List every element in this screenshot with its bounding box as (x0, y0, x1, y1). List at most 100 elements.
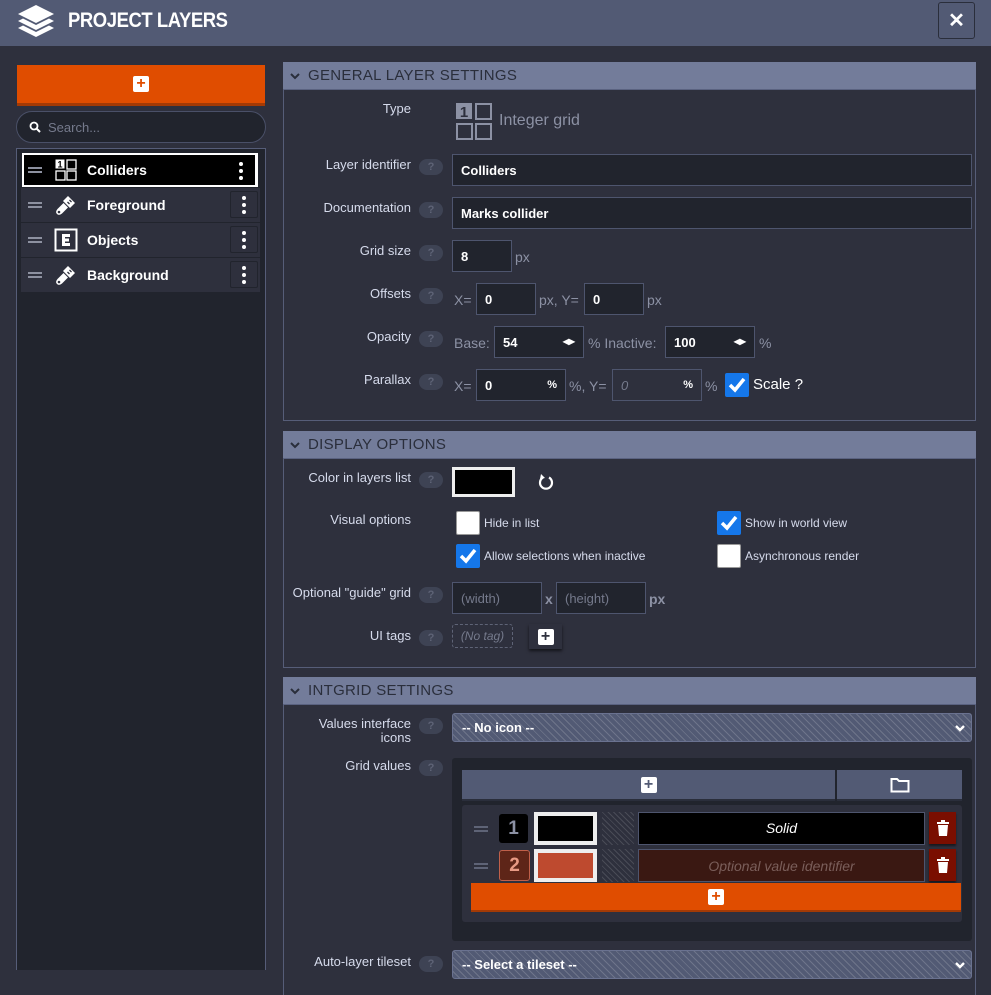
parallax-y-unit: % (705, 378, 718, 394)
parallax-y-input[interactable]: 0 % (612, 369, 702, 401)
chevron-down-icon (290, 441, 300, 448)
hide-in-list-label: Hide in list (484, 516, 540, 530)
value-icon-slot[interactable] (602, 812, 634, 845)
entity-icon (54, 228, 78, 252)
check-icon (459, 548, 477, 564)
more-icon (242, 265, 246, 270)
offset-y-prefix: px, Y= (539, 292, 579, 308)
offset-x-input[interactable] (476, 283, 536, 315)
help-icon[interactable]: ? (419, 331, 443, 347)
layer-item-background[interactable]: Background (21, 258, 260, 292)
display-options-body: Color in layers list ? Visual options Hi… (283, 459, 976, 668)
help-icon[interactable]: ? (419, 587, 443, 603)
drag-handle-icon[interactable] (28, 272, 42, 278)
help-icon[interactable]: ? (419, 202, 443, 218)
folder-icon (890, 777, 909, 792)
value-color-picker[interactable] (534, 849, 597, 882)
layer-menu-button[interactable] (230, 261, 258, 288)
values-icons-select[interactable]: -- No icon -- (452, 713, 972, 742)
spinner-icon[interactable]: ◀▶ (734, 337, 746, 346)
opacity-inactive-input[interactable]: 100 ◀▶ (665, 326, 755, 358)
delete-value-button[interactable] (929, 812, 956, 844)
drag-handle-icon[interactable] (28, 237, 42, 243)
intgrid-icon: 1 (456, 103, 492, 140)
layer-item-objects[interactable]: Objects (21, 223, 260, 257)
type-value: Integer grid (499, 112, 580, 129)
import-values-button[interactable] (837, 770, 962, 801)
drag-handle-icon[interactable] (474, 826, 488, 832)
grid-values-label: Grid values (345, 758, 411, 773)
opacity-base-input[interactable]: 54 ◀▶ (494, 326, 584, 358)
documentation-label: Documentation (323, 200, 411, 215)
plus-icon: + (537, 628, 554, 645)
search-box (16, 111, 266, 143)
async-render-checkbox[interactable] (717, 544, 741, 568)
value-identifier-input[interactable] (638, 849, 925, 882)
more-icon (242, 195, 246, 200)
value-index: 1 (499, 814, 528, 843)
drag-handle-icon[interactable] (28, 202, 42, 208)
layers-icon (18, 5, 54, 37)
search-input[interactable] (48, 119, 248, 135)
layer-menu-button[interactable] (230, 191, 258, 218)
intgrid-settings-header[interactable]: INTGRID SETTINGS (283, 677, 976, 705)
allow-selections-checkbox[interactable] (456, 544, 480, 568)
scale-checkbox[interactable] (725, 373, 749, 397)
layer-menu-button[interactable] (227, 157, 255, 184)
add-layer-button[interactable]: + (17, 65, 265, 106)
grid-size-input[interactable] (452, 240, 512, 272)
close-icon: ✕ (948, 10, 965, 32)
layers-sidebar: + 1 Colliders Foreground Objects (16, 64, 266, 970)
layer-item-foreground[interactable]: Foreground (21, 188, 260, 222)
type-label: Type (382, 101, 411, 116)
add-value-button[interactable]: + (462, 770, 835, 801)
chevron-down-icon (955, 962, 965, 969)
value-color-picker[interactable] (534, 812, 597, 845)
parallax-x-input[interactable]: 0 % (476, 369, 566, 401)
section-title: INTGRID SETTINGS (308, 682, 454, 699)
title-bar: PROJECT LAYERS ✕ (0, 0, 991, 46)
add-tag-button[interactable]: + (529, 624, 562, 649)
hide-in-list-checkbox[interactable] (456, 511, 480, 535)
spinner-icon[interactable]: ◀▶ (563, 337, 575, 346)
documentation-input[interactable] (452, 197, 972, 229)
visual-options-label: Visual options (330, 512, 411, 527)
close-button[interactable]: ✕ (938, 2, 975, 39)
help-icon[interactable]: ? (419, 288, 443, 304)
offset-y-input[interactable] (584, 283, 644, 315)
search-icon (29, 121, 41, 133)
color-swatch (455, 470, 512, 494)
general-settings-header[interactable]: GENERAL LAYER SETTINGS (283, 62, 976, 90)
more-icon (242, 230, 246, 235)
help-icon[interactable]: ? (419, 760, 443, 776)
value-identifier-input[interactable]: Solid (638, 812, 925, 845)
help-icon[interactable]: ? (419, 245, 443, 261)
allow-selections-label: Allow selections when inactive (484, 549, 646, 563)
layer-menu-button[interactable] (230, 226, 258, 253)
layer-identifier-input[interactable] (452, 154, 972, 186)
guide-height-input[interactable] (556, 582, 646, 614)
help-icon[interactable]: ? (419, 374, 443, 390)
show-in-world-checkbox[interactable] (717, 511, 741, 535)
help-icon[interactable]: ? (419, 472, 443, 488)
reset-icon[interactable] (537, 473, 555, 491)
identifier-label: Layer identifier (325, 157, 411, 172)
paintbrush-icon (54, 193, 78, 217)
add-intgrid-value-button[interactable]: + (471, 883, 961, 912)
help-icon[interactable]: ? (419, 630, 443, 646)
chevron-down-icon (955, 725, 965, 732)
drag-handle-icon[interactable] (28, 167, 42, 173)
tileset-select[interactable]: -- Select a tileset -- (452, 950, 972, 979)
help-icon[interactable]: ? (419, 718, 443, 734)
delete-value-button[interactable] (929, 849, 956, 881)
chevron-down-icon (290, 687, 300, 694)
color-picker[interactable] (452, 467, 515, 497)
drag-handle-icon[interactable] (474, 863, 488, 869)
value-icon-slot[interactable] (602, 849, 634, 882)
plus-icon: + (708, 888, 724, 905)
help-icon[interactable]: ? (419, 159, 443, 175)
section-title: DISPLAY OPTIONS (308, 436, 447, 453)
guide-width-input[interactable] (452, 582, 542, 614)
layer-item-colliders[interactable]: 1 Colliders (22, 153, 258, 187)
display-options-header[interactable]: DISPLAY OPTIONS (283, 431, 976, 459)
